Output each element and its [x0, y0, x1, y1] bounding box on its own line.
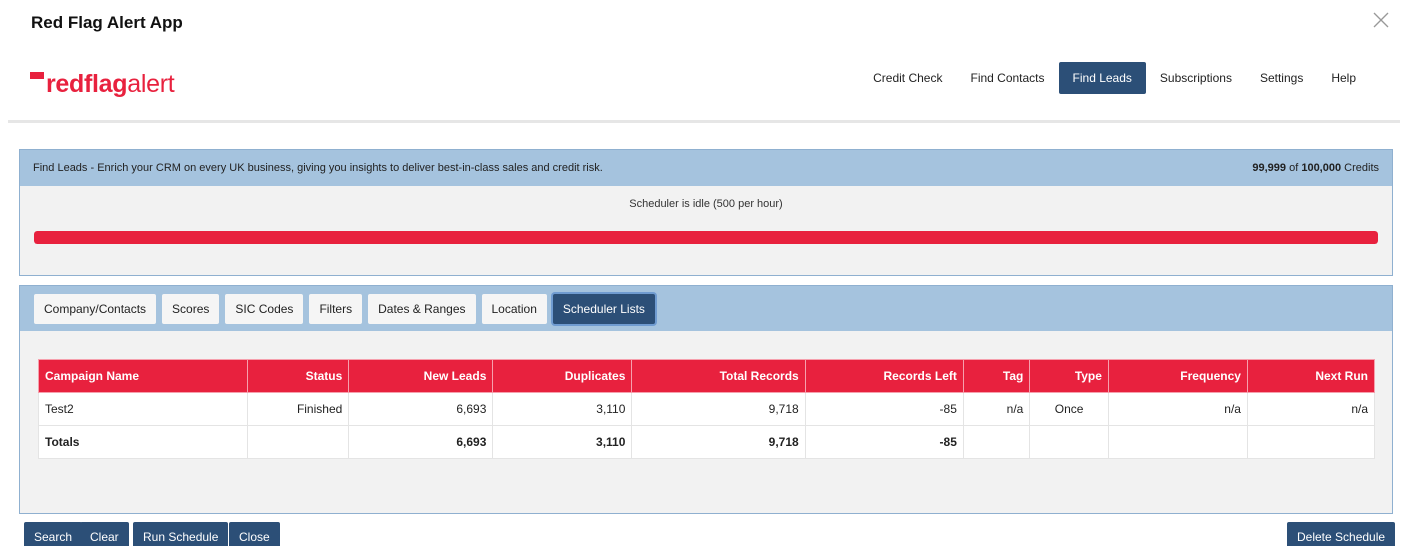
col-tag[interactable]: Tag — [962, 359, 1031, 393]
credits-display: 99,999 of 100,000 Credits — [1252, 162, 1379, 174]
scheduler-progress-bar — [34, 231, 1378, 244]
close-icon[interactable] — [1372, 11, 1390, 29]
col-records-left[interactable]: Records Left — [804, 359, 964, 393]
search-button[interactable]: Search — [24, 522, 83, 546]
tab-filters[interactable]: Filters — [309, 293, 363, 324]
logo-text-light: alert — [127, 69, 175, 98]
cell-records-left: -85 — [804, 392, 964, 426]
delete-schedule-button[interactable]: Delete Schedule — [1287, 522, 1396, 546]
col-duplicates[interactable]: Duplicates — [492, 359, 633, 393]
progress-fill — [34, 231, 1378, 244]
redflagalert-logo: redflagalert — [30, 66, 175, 102]
totals-frequency — [1107, 425, 1248, 459]
totals-new-leads: 6,693 — [348, 425, 494, 459]
col-frequency[interactable]: Frequency — [1107, 359, 1248, 393]
nav-settings[interactable]: Settings — [1246, 62, 1317, 94]
tab-sic-codes[interactable]: SIC Codes — [225, 293, 304, 324]
totals-tag — [962, 425, 1031, 459]
tab-bar: Company/Contacts Scores SIC Codes Filter… — [20, 286, 1392, 331]
cell-tag: n/a — [962, 392, 1031, 426]
nav-find-contacts[interactable]: Find Contacts — [956, 62, 1058, 94]
totals-records-left: -85 — [804, 425, 964, 459]
cell-type: Once — [1029, 392, 1109, 426]
col-status[interactable]: Status — [246, 359, 350, 393]
info-panel-header: Find Leads - Enrich your CRM on every UK… — [20, 150, 1392, 186]
table-header-row: Campaign Name Status New Leads Duplicate… — [38, 359, 1376, 393]
totals-row: Totals 6,693 3,110 9,718 -85 — [38, 425, 1376, 459]
cell-campaign-name: Test2 — [38, 392, 248, 426]
totals-total-records: 9,718 — [631, 425, 806, 459]
close-button[interactable]: Close — [229, 522, 280, 546]
col-next-run[interactable]: Next Run — [1246, 359, 1376, 393]
totals-next-run — [1246, 425, 1376, 459]
col-new-leads[interactable]: New Leads — [348, 359, 494, 393]
info-panel: Find Leads - Enrich your CRM on every UK… — [19, 149, 1393, 276]
header-divider — [8, 120, 1400, 123]
tab-location[interactable]: Location — [481, 293, 547, 324]
run-schedule-button[interactable]: Run Schedule — [133, 522, 229, 546]
nav-subscriptions[interactable]: Subscriptions — [1146, 62, 1246, 94]
scheduler-table: Campaign Name Status New Leads Duplicate… — [38, 359, 1376, 459]
cell-frequency: n/a — [1107, 392, 1248, 426]
page-description: Find Leads - Enrich your CRM on every UK… — [33, 162, 603, 174]
tab-dates-ranges[interactable]: Dates & Ranges — [368, 293, 476, 324]
totals-status — [246, 425, 350, 459]
clear-button[interactable]: Clear — [80, 522, 129, 546]
cell-next-run: n/a — [1246, 392, 1376, 426]
nav-find-leads[interactable]: Find Leads — [1058, 62, 1146, 94]
cell-duplicates: 3,110 — [492, 392, 633, 426]
flag-icon — [30, 72, 44, 79]
nav-help[interactable]: Help — [1317, 62, 1370, 94]
top-navigation: Credit Check Find Contacts Find Leads Su… — [859, 62, 1370, 94]
nav-credit-check[interactable]: Credit Check — [859, 62, 956, 94]
logo-text-bold: redflag — [46, 69, 128, 98]
table-row[interactable]: Test2 Finished 6,693 3,110 9,718 -85 n/a… — [38, 392, 1376, 426]
tab-scores[interactable]: Scores — [162, 293, 220, 324]
tab-scheduler-lists[interactable]: Scheduler Lists — [552, 293, 655, 324]
totals-label: Totals — [38, 425, 248, 459]
totals-duplicates: 3,110 — [492, 425, 633, 459]
cell-total-records: 9,718 — [631, 392, 806, 426]
totals-type — [1029, 425, 1109, 459]
col-campaign-name[interactable]: Campaign Name — [38, 359, 248, 393]
col-total-records[interactable]: Total Records — [631, 359, 806, 393]
col-type[interactable]: Type — [1029, 359, 1109, 393]
scheduler-status: Scheduler is idle (500 per hour) — [629, 198, 783, 210]
app-title: Red Flag Alert App — [31, 13, 183, 32]
cell-new-leads: 6,693 — [348, 392, 494, 426]
cell-status: Finished — [246, 392, 350, 426]
leads-panel: Company/Contacts Scores SIC Codes Filter… — [19, 285, 1393, 514]
tab-company-contacts[interactable]: Company/Contacts — [34, 293, 157, 324]
